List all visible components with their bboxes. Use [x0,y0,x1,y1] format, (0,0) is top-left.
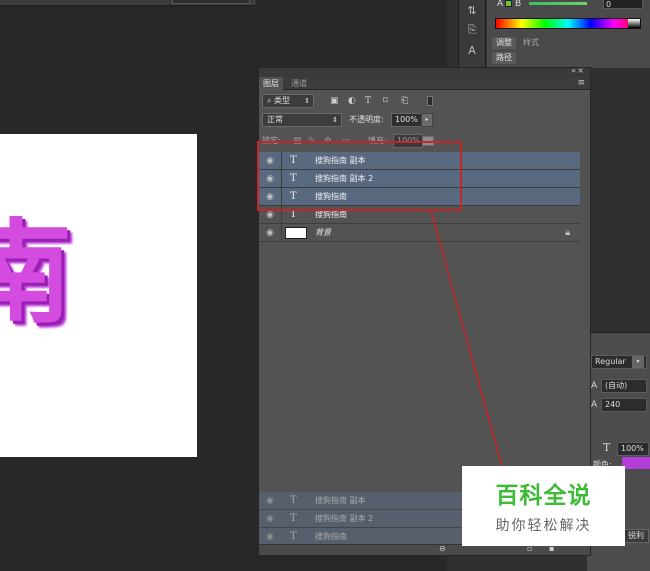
visibility-eye-icon: ◉ [266,532,274,542]
fill-stepper[interactable] [422,136,434,146]
smart-object-filter-icon[interactable]: ⎗ [401,94,408,108]
pixel-filter-icon[interactable]: ▣ [330,94,339,108]
filter-toggle-icon[interactable] [427,96,433,106]
document-canvas[interactable]: 南 [0,134,197,457]
watermark-title: 百科全说 [495,483,592,509]
link-layers-icon[interactable]: ⊖ [439,544,446,553]
close-icon[interactable]: × [577,66,584,75]
opacity-label: 不透明度: [349,115,384,124]
tab-styles[interactable]: 样式 [519,37,543,49]
text-layer-icon: T [290,191,297,202]
blend-mode-select[interactable]: 正常 ⇕ [262,113,342,127]
layer-thumbnail [285,227,307,239]
filter-kind-value: 类型 [274,96,291,105]
text-color-swatch[interactable] [622,457,650,469]
leading-icon: A [591,381,598,391]
layers-panel-header: « × [259,66,590,77]
visibility-eye-icon[interactable]: ◉ [265,173,275,185]
watermark-logo: 百科全说 助你轻松解决 [462,466,625,546]
copy-icon[interactable]: ⎘ [459,20,485,40]
tab-layers[interactable]: 图层 [259,77,283,90]
canvas-text-glyph: 南 [0,209,72,339]
visibility-eye-icon[interactable]: ◉ [265,191,275,203]
lock-move-icon[interactable]: ✥ [324,134,332,148]
leading-input[interactable]: (自动) [601,379,647,393]
opacity-value: 100% [395,115,418,124]
tracking-input[interactable]: 240 [601,398,647,412]
vertical-scale-input[interactable]: 100% [617,442,649,456]
adjust-icon[interactable]: ⇅ [459,0,485,20]
toolbar-field[interactable] [172,0,250,4]
panel-menu-icon[interactable]: ≡ [577,77,585,90]
font-style-value: Regular [595,357,626,366]
layer-row[interactable]: ◉ T 搜狗指南 [259,188,580,206]
visibility-eye-icon[interactable]: ◉ [265,209,275,221]
font-style-select[interactable]: Regular ▾ [591,355,647,369]
search-icon: ⌕ [267,96,275,105]
tab-adjust[interactable]: 调整 [492,37,516,49]
layer-row[interactable]: ◉ 背景 🔒︎ [259,224,580,242]
adjustment-filter-icon[interactable]: ◐ [348,94,356,108]
text-layer-icon: T [290,173,297,184]
fill-input[interactable]: 100% [393,134,423,148]
tracking-icon: A [591,400,598,410]
layer-name: 搜狗指南 副本 2 [315,514,374,523]
chevron-down-icon[interactable]: ▾ [632,356,644,368]
layer-name: 搜狗指南 副本 [315,496,366,505]
type-filter-icon[interactable]: T [365,94,371,108]
character-icon[interactable]: A [459,40,485,60]
lock-brush-icon[interactable]: ✎ [308,134,316,148]
layer-row[interactable]: ◉ T 搜狗指南 [259,206,580,224]
color-channel-label: B [515,0,522,9]
color-spectrum[interactable] [495,18,641,29]
visibility-eye-icon[interactable]: ◉ [265,227,275,239]
color-swatch[interactable] [505,0,512,7]
text-layer-icon: T [290,209,297,220]
top-toolbar-strip [0,0,256,6]
text-layer-icon: T [290,495,297,506]
antialias-select[interactable]: 锐利 [623,529,649,543]
panel-icon-column: ⇅ ⎘ A [458,0,486,68]
vertical-scale-icon: T [603,441,611,454]
tab-channels[interactable]: 通道 [287,77,311,90]
layer-filter-select[interactable]: ⌕ 类型 ⇕ [262,94,314,108]
visibility-eye-icon: ◉ [266,496,274,506]
lock-transparent-icon[interactable]: ▦ [293,134,302,148]
blend-mode-value: 正常 [267,115,283,124]
layer-name: 背景 [315,228,331,237]
layer-row[interactable]: ◉ T 搜狗指南 副本 [259,152,580,170]
lock-all-icon[interactable]: ▭ [341,134,350,148]
shape-filter-icon[interactable]: ⌑ [383,94,388,108]
layer-row[interactable]: ◉ T 搜狗指南 副本 2 [259,170,580,188]
layer-name: 搜狗指南 [315,210,347,219]
fill-label: 填充: [368,136,387,145]
opacity-input[interactable]: 100% ▸ [391,113,433,127]
layer-name: 搜狗指南 副本 [315,156,366,165]
chevron-icon: ⇕ [332,116,338,124]
layer-name: 搜狗指南 副本 2 [315,174,374,183]
watermark-subtitle: 助你轻松解决 [495,518,592,534]
visibility-eye-icon: ◉ [266,514,274,524]
lock-label: 锁定: [262,136,281,145]
text-layer-icon: T [290,155,297,166]
color-channel-a-icon: A [497,0,504,9]
chevron-down-icon[interactable]: ▸ [421,113,433,127]
color-panel: A B 0 调整 样式 路径 [487,0,650,68]
visibility-eye-icon[interactable]: ◉ [265,155,275,167]
color-slider[interactable] [529,2,587,5]
collapse-icon[interactable]: « [571,66,576,75]
layer-name: 搜狗指南 [315,192,347,201]
chevron-icon: ⇕ [304,97,310,105]
lock-icon: 🔒︎ [565,228,570,238]
color-value-input[interactable]: 0 [603,0,643,9]
tab-paths[interactable]: 路径 [492,52,516,64]
layer-list: ◉ T 搜狗指南 副本 ◉ T 搜狗指南 副本 2 ◉ T 搜狗指南 ◉ T 搜… [259,152,590,482]
text-layer-icon: T [290,513,297,524]
